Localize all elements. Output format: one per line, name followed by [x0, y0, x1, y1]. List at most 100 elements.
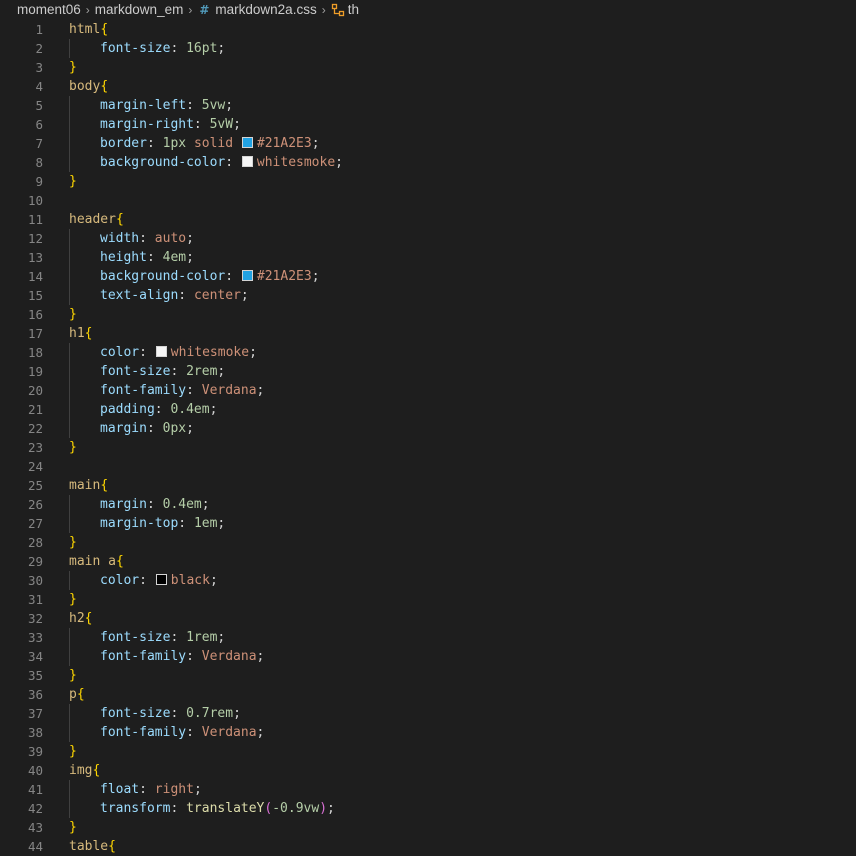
- code-line[interactable]: 35}: [0, 666, 856, 685]
- code-token: -0.9vw: [272, 801, 320, 816]
- code-token: h2: [69, 611, 85, 626]
- code-token: :: [178, 288, 194, 303]
- code-text: background-color: whitesmoke;: [69, 153, 343, 172]
- code-line[interactable]: 32 h2{: [0, 609, 856, 628]
- code-token: whitesmoke: [256, 155, 336, 170]
- code-line[interactable]: 8 background-color: whitesmoke;: [0, 153, 856, 172]
- code-token: {: [115, 554, 124, 569]
- code-text: font-size: 0.7rem;: [69, 704, 241, 723]
- code-token: :: [139, 782, 155, 797]
- code-line[interactable]: 27 margin-top: 1em;: [0, 514, 856, 533]
- breadcrumb-symbol[interactable]: th: [348, 0, 359, 20]
- code-line[interactable]: 19 font-size: 2rem;: [0, 362, 856, 381]
- code-line[interactable]: 17 h1{: [0, 324, 856, 343]
- code-token: ;: [186, 250, 194, 265]
- breadcrumb-file[interactable]: markdown2a.css: [215, 0, 316, 20]
- line-number: 44: [27, 839, 43, 854]
- breadcrumb-folder-moment06[interactable]: moment06: [17, 0, 81, 20]
- code-token: ;: [186, 421, 194, 436]
- code-token: margin: [100, 497, 147, 512]
- code-token: :: [170, 364, 187, 379]
- code-token: margin-left: [100, 98, 187, 113]
- code-line[interactable]: 37 font-size: 0.7rem;: [0, 704, 856, 723]
- code-line[interactable]: 31}: [0, 590, 856, 609]
- code-token: :: [186, 98, 202, 113]
- line-number: 40: [27, 763, 43, 778]
- code-line[interactable]: 12 width: auto;: [0, 229, 856, 248]
- code-line[interactable]: 39}: [0, 742, 856, 761]
- line-number: 32: [27, 611, 43, 626]
- code-line[interactable]: 9}: [0, 172, 856, 191]
- code-line[interactable]: 4 body{: [0, 77, 856, 96]
- code-line[interactable]: 7 border: 1px solid #21A2E3;: [0, 134, 856, 153]
- color-swatch-icon[interactable]: [241, 137, 253, 148]
- code-line[interactable]: 23}: [0, 438, 856, 457]
- code-token: float: [100, 782, 140, 797]
- code-token: font-family: [100, 383, 187, 398]
- code-line[interactable]: 40 img{: [0, 761, 856, 780]
- code-text: table{: [69, 837, 116, 856]
- code-line[interactable]: 28}: [0, 533, 856, 552]
- code-token: font-family: [100, 649, 187, 664]
- code-editor[interactable]: 1 html{2 font-size: 16pt; 3} 4 body{5 margin-l…: [0, 20, 856, 856]
- color-swatch-icon[interactable]: [155, 574, 167, 585]
- code-token: whitesmoke: [170, 345, 250, 360]
- code-line[interactable]: 30 color: black;: [0, 571, 856, 590]
- code-line[interactable]: 13 height: 4em;: [0, 248, 856, 267]
- code-token: :: [170, 706, 187, 721]
- code-line[interactable]: 36 p{: [0, 685, 856, 704]
- code-token: ;: [217, 364, 226, 379]
- code-token: ;: [193, 782, 202, 797]
- code-token: main a: [69, 554, 116, 569]
- code-line[interactable]: 21 padding: 0.4em;: [0, 400, 856, 419]
- color-swatch-icon[interactable]: [241, 156, 253, 167]
- code-line[interactable]: 6 margin-right: 5vW;: [0, 115, 856, 134]
- code-line[interactable]: 16}: [0, 305, 856, 324]
- code-line[interactable]: 25 main{: [0, 476, 856, 495]
- chevron-right-icon: ›: [85, 3, 90, 17]
- code-line[interactable]: 33 font-size: 1rem;: [0, 628, 856, 647]
- code-line[interactable]: 1 html{: [0, 20, 856, 39]
- code-line[interactable]: 10: [0, 191, 856, 210]
- code-token: 1rem: [186, 630, 218, 645]
- code-line[interactable]: 29 main a{: [0, 552, 856, 571]
- code-line[interactable]: 18 color: whitesmoke;: [0, 343, 856, 362]
- code-token: :: [146, 250, 163, 265]
- code-token: 0.4em: [170, 402, 210, 417]
- code-token: {: [115, 212, 124, 227]
- code-line[interactable]: 3}: [0, 58, 856, 77]
- code-line[interactable]: 2 font-size: 16pt;: [0, 39, 856, 58]
- line-number: 26: [27, 497, 43, 512]
- line-number: 31: [27, 592, 43, 607]
- code-text: float: right;: [69, 780, 202, 799]
- code-line[interactable]: 22 margin: 0px;: [0, 419, 856, 438]
- code-token: {: [108, 839, 116, 854]
- code-text: font-size: 2rem;: [69, 362, 225, 381]
- code-token: :: [225, 269, 241, 284]
- code-line[interactable]: 20 font-family: Verdana;: [0, 381, 856, 400]
- breadcrumb-folder-markdown-em[interactable]: markdown_em: [95, 0, 184, 20]
- code-token: height: [100, 250, 147, 265]
- line-number: 21: [27, 402, 43, 417]
- code-line[interactable]: 38 font-family: Verdana;: [0, 723, 856, 742]
- code-line[interactable]: 14 background-color: #21A2E3;: [0, 267, 856, 286]
- code-line[interactable]: 24: [0, 457, 856, 476]
- code-line[interactable]: 11 header{: [0, 210, 856, 229]
- color-swatch-icon[interactable]: [241, 270, 253, 281]
- line-number: 9: [35, 174, 43, 189]
- code-line[interactable]: 26 margin: 0.4em;: [0, 495, 856, 514]
- line-number: 8: [35, 155, 43, 170]
- code-token: text-align: [100, 288, 179, 303]
- code-line[interactable]: 43}: [0, 818, 856, 837]
- code-line[interactable]: 42 transform: translateY(-0.9vw);: [0, 799, 856, 818]
- code-line[interactable]: 5 margin-left: 5vw;: [0, 96, 856, 115]
- code-line[interactable]: 15 text-align: center;: [0, 286, 856, 305]
- code-line[interactable]: 44 table{: [0, 837, 856, 856]
- code-line[interactable]: 34 font-family: Verdana;: [0, 647, 856, 666]
- color-swatch-icon[interactable]: [155, 346, 167, 357]
- code-line[interactable]: 41 float: right;: [0, 780, 856, 799]
- code-token: :: [193, 117, 210, 132]
- code-text: font-size: 1rem;: [69, 628, 225, 647]
- code-token: right: [154, 782, 194, 797]
